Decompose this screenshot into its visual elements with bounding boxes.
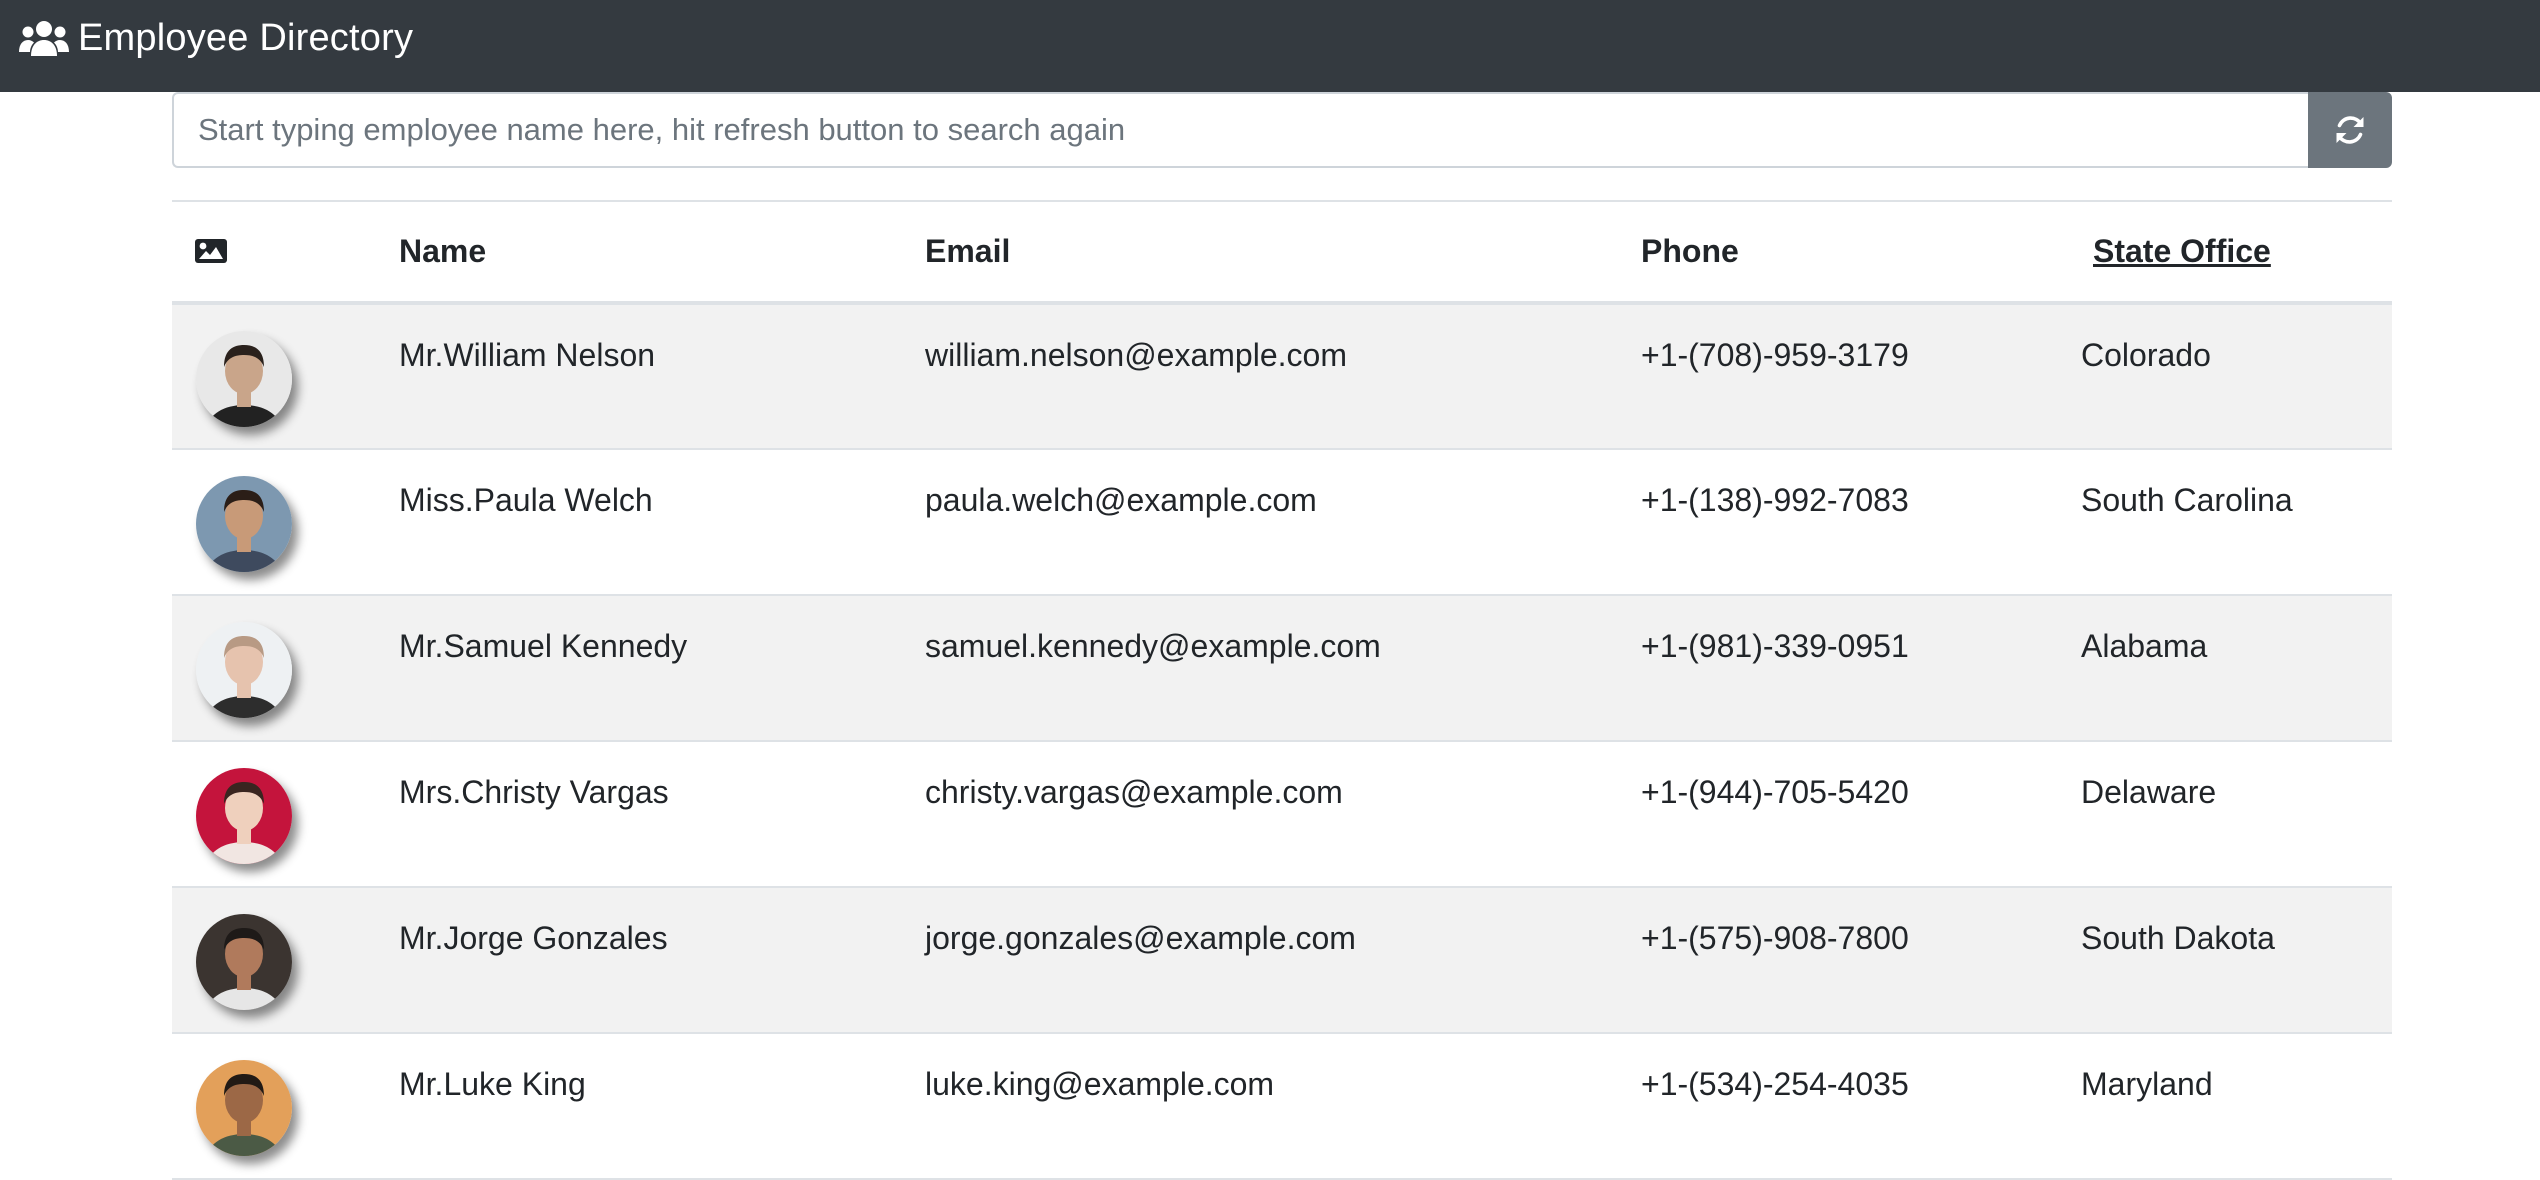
avatar (196, 768, 292, 864)
avatar (196, 914, 292, 1010)
employee-phone: +1-(138)-992-7083 (1641, 482, 1909, 518)
brand[interactable]: Employee Directory (18, 17, 413, 60)
avatar (196, 476, 292, 572)
avatar (196, 622, 292, 718)
employee-table: Name Email Phone State Office Mr.William… (172, 200, 2392, 1180)
employee-name: Mrs.Christy Vargas (399, 774, 669, 810)
employee-email: william.nelson@example.com (925, 337, 1347, 373)
header-image (172, 201, 399, 303)
employee-name: Mr.Luke King (399, 1066, 586, 1102)
search-input[interactable] (172, 92, 2308, 168)
employee-email: paula.welch@example.com (925, 482, 1317, 518)
table-row: Mr.Jorge Gonzales jorge.gonzales@example.… (172, 887, 2392, 1033)
employee-state-office: Delaware (2081, 774, 2217, 810)
employee-phone: +1-(708)-959-3179 (1641, 337, 1909, 373)
employee-state-office: South Dakota (2081, 920, 2275, 956)
refresh-button[interactable] (2308, 92, 2392, 168)
table-body: Mr.William Nelson william.nelson@example.… (172, 303, 2392, 1179)
avatar (196, 1060, 292, 1156)
avatar (196, 331, 292, 427)
table-row: Miss.Paula Welch paula.welch@example.com +… (172, 449, 2392, 595)
employee-name: Mr.William Nelson (399, 337, 656, 373)
table-row: Mr.Samuel Kennedy samuel.kennedy@example.… (172, 595, 2392, 741)
employee-name: Miss.Paula Welch (399, 482, 653, 518)
employee-phone: +1-(944)-705-5420 (1641, 774, 1909, 810)
avatar-cell (172, 741, 399, 887)
header-name: Name (399, 233, 487, 269)
employee-name: Mr.Samuel Kennedy (399, 628, 688, 664)
search-bar (172, 92, 2392, 168)
avatar-cell (172, 303, 399, 449)
header-state-office[interactable]: State Office (2081, 201, 2392, 303)
employee-state-office: Colorado (2081, 337, 2211, 373)
employee-state-office: Alabama (2081, 628, 2208, 664)
table-row: Mrs.Christy Vargas christy.vargas@example… (172, 741, 2392, 887)
avatar-cell (172, 887, 399, 1033)
employee-phone: +1-(534)-254-4035 (1641, 1066, 1909, 1102)
employee-name: Mr.Jorge Gonzales (399, 920, 668, 956)
employee-state-office: South Carolina (2081, 482, 2293, 518)
app-title: Employee Directory (78, 16, 414, 59)
header-phone: Phone (1641, 233, 1739, 269)
employee-state-office: Maryland (2081, 1066, 2213, 1102)
users-icon (18, 18, 70, 58)
employee-email: luke.king@example.com (925, 1066, 1275, 1102)
sync-icon (2336, 116, 2364, 144)
employee-email: christy.vargas@example.com (925, 774, 1343, 810)
avatar-cell (172, 1033, 399, 1179)
employee-email: samuel.kennedy@example.com (925, 628, 1381, 664)
image-icon (195, 238, 227, 263)
sort-state-office-link[interactable]: State Office (2093, 233, 2271, 270)
navbar: Employee Directory (0, 0, 2540, 92)
avatar-cell (172, 595, 399, 741)
table-header: Name Email Phone State Office (172, 201, 2392, 303)
table-row: Mr.Luke King luke.king@example.com +1-(534… (172, 1033, 2392, 1179)
table-row: Mr.William Nelson william.nelson@example.… (172, 303, 2392, 449)
employee-phone: +1-(575)-908-7800 (1641, 920, 1909, 956)
header-email: Email (925, 233, 1011, 269)
header-row: Name Email Phone State Office (172, 201, 2392, 303)
employee-phone: +1-(981)-339-0951 (1641, 628, 1909, 664)
avatar-cell (172, 449, 399, 595)
employee-email: jorge.gonzales@example.com (925, 920, 1356, 956)
